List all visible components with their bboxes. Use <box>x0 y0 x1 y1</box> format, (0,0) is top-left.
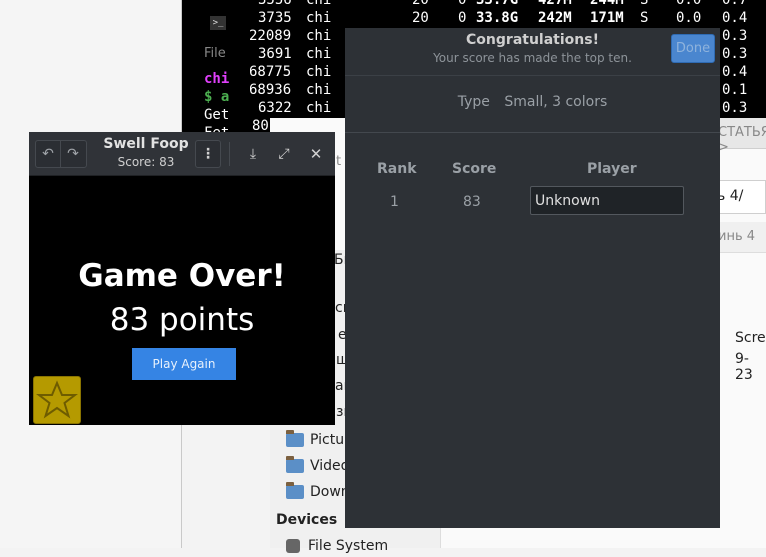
file-date: 9-23 <box>735 351 753 383</box>
type-value: Small, 3 colors <box>504 94 608 110</box>
undo-redo-group: ↶ ↷ <box>35 140 87 168</box>
score-cell: 83 <box>463 194 481 210</box>
window-title: Swell Foop <box>103 136 189 152</box>
fm-path-text: СТАТЬЯ > <box>718 125 766 155</box>
score-label: Score: 83 <box>117 155 175 169</box>
menu-icon[interactable]: ⋮ <box>195 140 221 168</box>
fm-tab-partial: t <box>336 154 342 169</box>
header-bar: ↶ ↷ Swell Foop Score: 83 ⋮ ⤓ ⤢ ✕ <box>29 132 335 176</box>
swell-foop-window: ↶ ↷ Swell Foop Score: 83 ⋮ ⤓ ⤢ ✕ Game Ov… <box>29 132 335 425</box>
prompt-user: chi <box>204 71 230 87</box>
undo-icon[interactable]: ↶ <box>36 141 61 167</box>
output-line: Get <box>204 107 230 123</box>
terminal-icon: >_ <box>210 16 226 30</box>
sidebar-section-devices: Devices <box>276 512 338 528</box>
download-icon[interactable]: ⤓ <box>243 142 263 166</box>
sidebar-item-pictures[interactable]: Pictu <box>286 429 344 451</box>
player-header: Player <box>587 161 637 177</box>
done-button[interactable]: Done <box>671 34 715 63</box>
dialog-title: Congratulations! <box>466 32 599 48</box>
redo-icon[interactable]: ↷ <box>61 141 85 167</box>
game-type-row: Type Small, 3 colors <box>345 94 720 110</box>
dialog-subtitle: Your score has made the top ten. <box>433 51 632 65</box>
sidebar-item-filesystem[interactable]: File System <box>286 535 388 557</box>
prompt-line: $ a <box>204 89 230 105</box>
fullscreen-icon[interactable]: ⤢ <box>274 142 294 166</box>
play-again-button[interactable]: Play Again <box>132 348 236 380</box>
rank-cell: 1 <box>390 194 399 210</box>
type-label: Type <box>457 94 490 110</box>
rank-header: Rank <box>377 161 417 177</box>
divider <box>345 132 720 133</box>
sidebar-item-videos[interactable]: Video <box>286 455 349 477</box>
process-row: 3556 chi 20 0 33.7G 427M 244M S 0.0 0.7 <box>258 0 748 8</box>
folder-icon <box>286 456 304 473</box>
close-icon[interactable]: ✕ <box>306 142 326 166</box>
folder-icon <box>286 482 304 499</box>
file-name[interactable]: Scre <box>735 330 766 346</box>
divider <box>229 142 230 166</box>
divider <box>345 75 720 76</box>
points-label: 83 points <box>109 302 255 338</box>
sidebar-item-downloads[interactable]: Down <box>286 481 350 503</box>
high-score-dialog: Congratulations! Your score has made the… <box>345 28 720 528</box>
player-name-input[interactable]: Unknown <box>530 186 684 215</box>
drive-icon <box>286 539 300 553</box>
menu-file-label[interactable]: File <box>204 46 226 61</box>
score-header: Score <box>452 161 497 177</box>
game-over-title: Game Over! <box>78 258 286 294</box>
star-icon[interactable] <box>33 376 81 424</box>
folder-icon <box>286 430 304 447</box>
